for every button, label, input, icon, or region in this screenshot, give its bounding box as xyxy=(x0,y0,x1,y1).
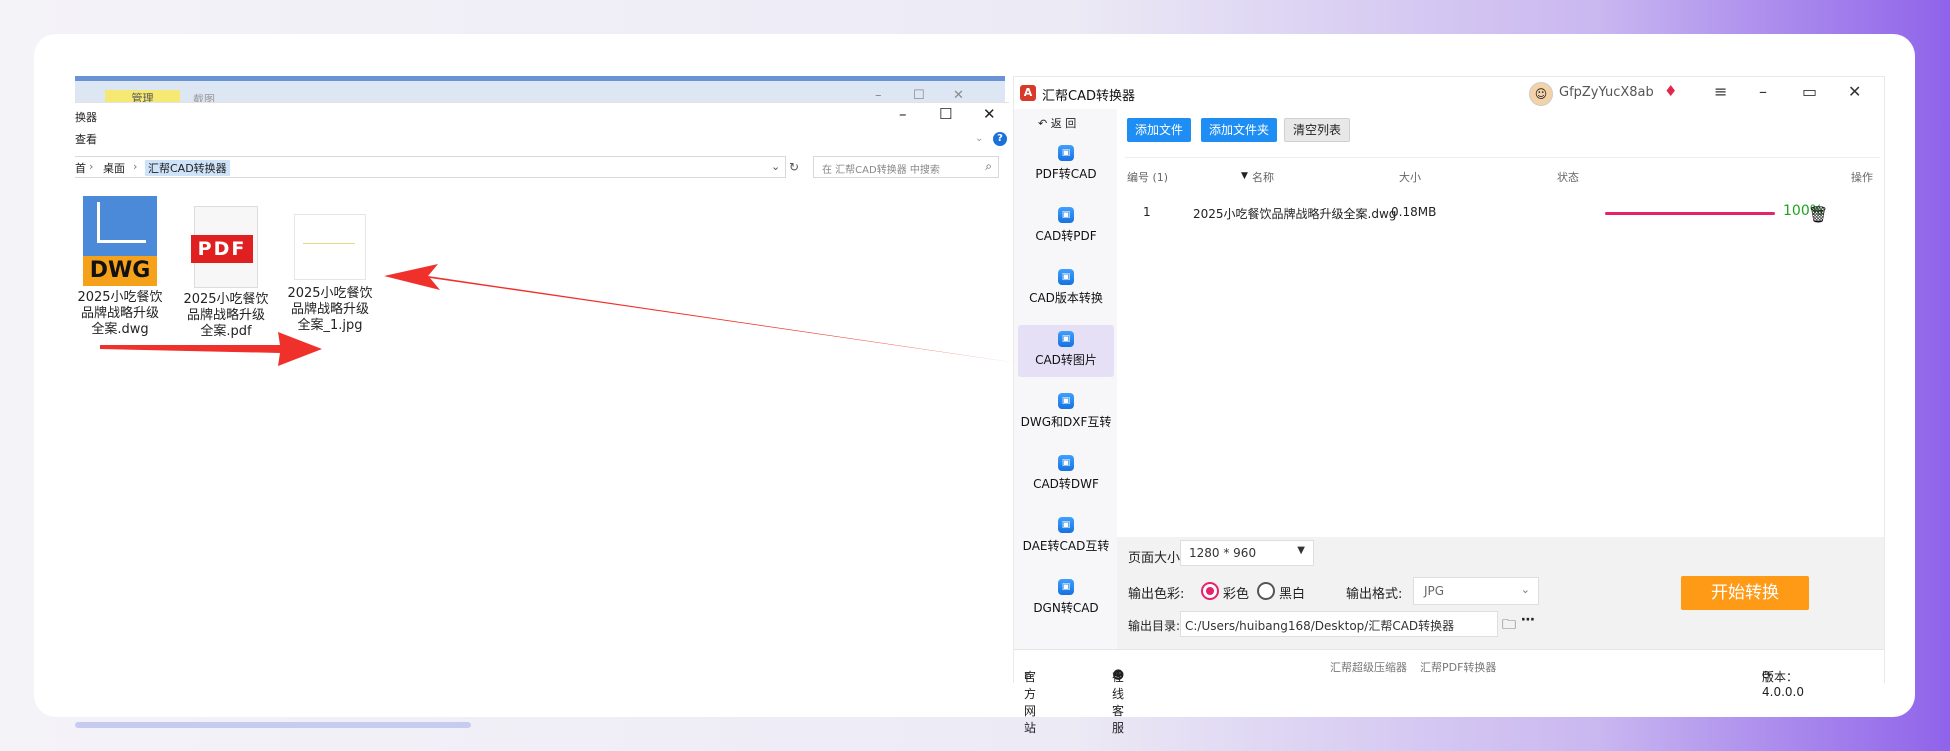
output-dir-label: 输出目录: xyxy=(1128,619,1181,633)
cad-pdf-icon: ▣ xyxy=(1058,207,1074,223)
breadcrumb-home[interactable]: 首 xyxy=(75,160,86,176)
address-bar[interactable]: 首 › 桌面 › 汇帮CAD转换器 ⌄ xyxy=(75,156,786,178)
folder-icon[interactable]: 🗀 xyxy=(1502,614,1516,638)
add-folder-button[interactable]: 添加文件夹 xyxy=(1201,118,1278,142)
maximize-icon[interactable]: ☐ xyxy=(913,88,925,103)
sidebar-item-dwg-dxf[interactable]: ▣ DWG和DXF互转 xyxy=(1018,387,1114,439)
sidebar-item-cad-to-pdf[interactable]: ▣ CAD转PDF xyxy=(1018,201,1114,253)
minimize-icon[interactable]: – xyxy=(899,105,907,123)
back-button[interactable]: ↶ 返 回 xyxy=(1038,115,1076,131)
dwg-dxf-icon: ▣ xyxy=(1058,393,1074,409)
app-logo-icon: A xyxy=(1020,85,1036,101)
dwg-file-icon: DWG xyxy=(83,196,157,286)
output-dir-input[interactable]: C:/Users/huibang168/Desktop/汇帮CAD转换器 xyxy=(1180,611,1498,637)
vip-diamond-icon[interactable]: ♦ xyxy=(1664,82,1677,100)
file-item-jpg[interactable]: 2025小吃餐饮品牌战略升级全案_1.jpg xyxy=(285,198,375,333)
ribbon-view-tab[interactable]: 查看 xyxy=(75,131,97,147)
start-convert-button[interactable]: 开始转换 xyxy=(1681,576,1809,610)
refresh-icon[interactable]: ↻ xyxy=(789,160,799,174)
sidebar: ↶ 返 回 ▣ PDF转CAD ▣ CAD转PDF ▣ CAD版本转换 ▣ CAD转图片… xyxy=(1014,109,1117,649)
col-size[interactable]: 大小 xyxy=(1399,169,1421,185)
cad-version-icon: ▣ xyxy=(1058,269,1074,285)
row-file-size: 0.18MB xyxy=(1391,205,1437,219)
radio-bw[interactable] xyxy=(1257,582,1275,600)
dae-cad-icon: ▣ xyxy=(1058,517,1074,533)
menu-icon[interactable]: ≡ xyxy=(1714,82,1727,101)
statusbar: ⌂ 官方网站 ☻ 在线客服 汇帮超级压缩器 汇帮PDF转换器 ⟳ 版本：4.0.… xyxy=(1014,649,1884,735)
maximize-icon[interactable]: ☐ xyxy=(939,105,952,123)
decorative-bar xyxy=(75,722,471,728)
chevron-right-icon: › xyxy=(89,160,94,173)
color-label: 输出色彩: xyxy=(1128,587,1185,602)
chevron-down-icon[interactable]: ⌄ xyxy=(771,160,780,173)
row-file-name: 2025小吃餐饮品牌战略升级全案.dwg xyxy=(1193,207,1397,221)
file-name: 2025小吃餐饮品牌战略升级全案.pdf xyxy=(183,292,269,339)
breadcrumb-current[interactable]: 汇帮CAD转换器 xyxy=(145,160,230,176)
sidebar-item-dgn-to-cad[interactable]: ▣ DGN转CAD xyxy=(1018,573,1114,625)
sidebar-item-cad-version[interactable]: ▣ CAD版本转换 xyxy=(1018,263,1114,315)
more-icon[interactable]: ⋯ xyxy=(1521,612,1535,628)
radio-color[interactable] xyxy=(1201,582,1219,600)
table-header: 编号 (1) ▼ 名称 大小 状态 操作 xyxy=(1125,157,1880,194)
format-select[interactable]: JPG ⌄ xyxy=(1413,577,1539,605)
minimize-icon[interactable]: – xyxy=(875,88,882,103)
sidebar-item-dae-cad[interactable]: ▣ DAE转CAD互转 xyxy=(1018,511,1114,563)
clear-list-button[interactable]: 清空列表 xyxy=(1284,118,1351,142)
pdf-cad-icon: ▣ xyxy=(1058,145,1074,161)
app-title: 汇帮CAD转换器 xyxy=(1042,89,1135,104)
minimize-icon[interactable]: – xyxy=(1759,82,1767,101)
search-icon[interactable]: ⌕ xyxy=(985,159,992,174)
file-explorer-window: 管理 截图 – ☐ ✕ 换器 – ☐ ✕ 查看 ⌄ ? 首 › 桌面 › 汇帮C… xyxy=(75,76,1009,680)
breadcrumb-desktop[interactable]: 桌面 xyxy=(103,160,125,176)
avatar[interactable]: ☺ xyxy=(1529,82,1553,106)
format-label: 输出格式: xyxy=(1346,587,1403,602)
radio-bw-label[interactable]: 黑白 xyxy=(1279,583,1305,602)
close-icon[interactable]: ✕ xyxy=(983,105,996,123)
col-action: 操作 xyxy=(1851,171,1873,184)
radio-color-label[interactable]: 彩色 xyxy=(1223,583,1249,602)
chevron-down-icon[interactable]: ⌄ xyxy=(975,133,983,144)
settings-panel: 页面大小: 1280 * 960 ▼ 输出色彩: 彩色 黑白 输出格式: JPG… xyxy=(1117,537,1884,649)
trash-icon[interactable]: 🗑 xyxy=(1808,205,1828,224)
row-index: 1 xyxy=(1143,205,1151,219)
help-icon[interactable]: ? xyxy=(993,132,1007,146)
add-file-button[interactable]: 添加文件 xyxy=(1127,118,1192,142)
col-name[interactable]: 名称 xyxy=(1252,169,1274,185)
username[interactable]: GfpZyYucX8ab xyxy=(1559,85,1654,100)
window-title: 换器 xyxy=(75,111,97,124)
jpg-thumbnail-icon xyxy=(294,214,366,280)
sidebar-item-cad-to-image[interactable]: ▣ CAD转图片 xyxy=(1018,325,1114,377)
file-name: 2025小吃餐饮品牌战略升级全案.dwg xyxy=(77,290,163,337)
file-item-dwg[interactable]: DWG 2025小吃餐饮品牌战略升级全案.dwg xyxy=(75,196,165,337)
sidebar-item-cad-to-dwf[interactable]: ▣ CAD转DWF xyxy=(1018,449,1114,501)
explorer-main: 换器 – ☐ ✕ 查看 ⌄ ? 首 › 桌面 › 汇帮CAD转换器 ⌄ ↻ 在 … xyxy=(75,102,1009,680)
chevron-down-icon: ⌄ xyxy=(1520,583,1530,596)
cad-image-icon: ▣ xyxy=(1058,331,1074,347)
file-name: 2025小吃餐饮品牌战略升级全案_1.jpg xyxy=(287,286,373,333)
sidebar-item-pdf-to-cad[interactable]: ▣ PDF转CAD xyxy=(1018,139,1114,191)
compressor-link[interactable]: 汇帮超级压缩器 xyxy=(1330,659,1407,675)
page-size-select[interactable]: 1280 * 960 ▼ xyxy=(1180,540,1314,566)
toolbar: 添加文件 添加文件夹 清空列表 xyxy=(1117,109,1884,149)
chevron-right-icon: › xyxy=(133,160,138,173)
table-row[interactable]: 1 2025小吃餐饮品牌战略升级全案.dwg 0.18MB 100% 🗑 xyxy=(1125,193,1880,233)
close-icon[interactable]: ✕ xyxy=(953,88,964,103)
close-icon[interactable]: ✕ xyxy=(1848,82,1861,101)
pdf-file-icon: PDF xyxy=(191,206,258,288)
progress-bar xyxy=(1605,212,1775,215)
file-item-pdf[interactable]: PDF 2025小吃餐饮品牌战略升级全案.pdf xyxy=(181,206,271,339)
dropdown-arrow-icon: ▼ xyxy=(1297,545,1305,556)
cad-converter-window: A 汇帮CAD转换器 ☺ GfpZyYucX8ab ♦ ≡ – ▭ ✕ ↶ 返 … xyxy=(1013,76,1885,735)
col-status: 状态 xyxy=(1557,171,1579,184)
col-index[interactable]: 编号 (1) xyxy=(1127,169,1168,185)
cad-dwf-icon: ▣ xyxy=(1058,455,1074,471)
sort-down-icon[interactable]: ▼ xyxy=(1241,171,1248,181)
app-titlebar: A 汇帮CAD转换器 ☺ GfpZyYucX8ab ♦ ≡ – ▭ ✕ xyxy=(1014,77,1884,109)
search-input[interactable]: 在 汇帮CAD转换器 中搜索 ⌕ xyxy=(813,156,999,178)
search-placeholder: 在 汇帮CAD转换器 中搜索 xyxy=(822,165,940,176)
pdf-converter-link[interactable]: 汇帮PDF转换器 xyxy=(1420,659,1496,675)
dgn-cad-icon: ▣ xyxy=(1058,579,1074,595)
maximize-icon[interactable]: ▭ xyxy=(1802,82,1817,101)
page-size-label: 页面大小: xyxy=(1128,551,1185,566)
